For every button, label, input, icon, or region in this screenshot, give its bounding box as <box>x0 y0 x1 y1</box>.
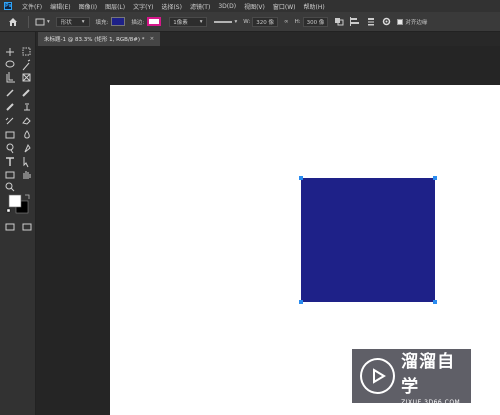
align-edges-label: 对齐边缘 <box>405 19 428 26</box>
menu-type[interactable]: 文字(Y) <box>133 2 153 11</box>
zoom-tool-handle <box>10 187 15 192</box>
menu-edit[interactable]: 编辑(E) <box>50 2 70 11</box>
eyedropper-tool-icon <box>6 89 14 97</box>
link-icon: ∞ <box>284 18 289 25</box>
menu-window[interactable]: 窗口(W) <box>273 2 296 11</box>
chevron-down-icon: ▾ <box>47 18 50 25</box>
transform-handle-top-left[interactable] <box>299 176 303 180</box>
stroke-line-icon <box>213 20 232 23</box>
menu-view[interactable]: 视图(V) <box>244 2 265 11</box>
chevron-down-icon: ▾ <box>199 18 203 25</box>
lasso-tool-icon <box>5 60 15 68</box>
transform-handle-bottom-left[interactable] <box>299 300 303 304</box>
rectangle-tool-icon <box>35 18 45 25</box>
width-value: 320 像 <box>256 19 275 26</box>
stroke-label: 描边: <box>131 19 145 26</box>
stroke-control[interactable]: 描边: <box>131 17 162 26</box>
tools-panel <box>0 32 36 415</box>
watermark-url: ZIXUE.3D66.COM <box>401 398 461 406</box>
width-field[interactable]: 320 像 <box>252 16 279 27</box>
stroke-type-picker[interactable]: ▾ <box>213 18 238 25</box>
foreground-color-swatch <box>8 194 22 208</box>
width-label: W: <box>243 18 251 25</box>
screen-mode-icon <box>22 223 32 231</box>
watermark-text: 溜溜自学 ZIXUE.3D66.COM <box>401 347 471 406</box>
quick-mask-icon <box>5 223 15 231</box>
crop-tool-icon <box>6 72 15 83</box>
close-icon[interactable]: × <box>150 36 155 42</box>
options-bar: ▾ 形状 ▾ 填充: 描边: 1像素 ▾ ▾ W: 320 像 ∞ H: 300… <box>0 12 500 32</box>
path-arrangement-button[interactable] <box>366 17 376 26</box>
stroke-width-value: 1像素 <box>173 19 188 26</box>
home-button[interactable] <box>6 15 20 29</box>
menu-help[interactable]: 帮助(H) <box>304 2 325 11</box>
brush-tool-icon <box>6 103 14 111</box>
photoshop-logo: Ps <box>4 2 12 10</box>
document-tab[interactable]: 未标题-1 @ 83.3% (矩形 1, RGB/8#) * × <box>38 32 161 46</box>
transform-handle-top-right[interactable] <box>433 176 437 180</box>
height-value: 300 像 <box>306 19 325 26</box>
tools-panel-icons <box>5 47 32 231</box>
marquee-tool-icon <box>22 47 31 56</box>
path-selection-tool-icon <box>23 157 29 168</box>
stroke-width-field[interactable]: 1像素 ▾ <box>169 16 207 27</box>
align-edges-checkbox[interactable]: 对齐边缘 <box>397 18 427 26</box>
path-arrangement-icon <box>368 18 375 26</box>
mode-dropdown[interactable]: 形状 ▾ <box>55 16 90 27</box>
menu-select[interactable]: 选择(S) <box>161 2 182 11</box>
fill-control[interactable]: 填充: <box>96 17 126 26</box>
menu-3d[interactable]: 3D(D) <box>218 3 236 10</box>
rectangle-shape[interactable] <box>301 178 435 302</box>
dodge-tool-icon <box>6 143 14 151</box>
path-alignment-button[interactable] <box>350 17 360 26</box>
home-icon <box>9 17 17 26</box>
menu-filter[interactable]: 滤镜(T) <box>190 2 210 11</box>
history-brush-tool-icon <box>5 117 14 125</box>
rectangle-tool-icon <box>5 171 15 179</box>
height-field[interactable]: 300 像 <box>302 16 329 27</box>
watermark-title: 溜溜自学 <box>401 351 456 397</box>
checkbox-checked-icon <box>397 18 404 25</box>
gear-icon <box>383 17 391 26</box>
swap-colors-icon <box>25 194 30 199</box>
link-dimensions[interactable]: ∞ <box>284 19 289 25</box>
height-label: H: <box>294 18 301 25</box>
separator <box>28 15 29 28</box>
chevron-down-icon: ▾ <box>81 18 85 25</box>
stroke-swatch[interactable] <box>147 17 162 26</box>
blur-tool-icon <box>24 130 30 139</box>
document-tab-title: 未标题-1 @ 83.3% (矩形 1, RGB/8#) * <box>44 37 145 43</box>
type-tool-icon <box>6 157 14 166</box>
move-tool-icon <box>6 48 14 56</box>
dodge-tool-handle <box>10 149 14 154</box>
menu-image[interactable]: 图像(I) <box>79 2 97 11</box>
healing-brush-tool-icon <box>22 89 30 97</box>
width-control[interactable]: W: 320 像 <box>243 16 279 27</box>
menu-bar: Ps 文件(F) 编辑(E) 图像(I) 图层(L) 文字(Y) 选择(S) 滤… <box>0 0 500 12</box>
fill-swatch[interactable] <box>111 17 126 26</box>
menu-file[interactable]: 文件(F) <box>22 2 42 11</box>
play-logo-icon <box>360 358 396 394</box>
tool-preset-picker[interactable]: ▾ <box>35 18 50 26</box>
path-operations-icon <box>335 18 344 26</box>
eraser-tool-icon <box>22 117 31 125</box>
frame-tool-cross <box>22 73 31 82</box>
menu-layer[interactable]: 图层(L) <box>105 2 125 11</box>
path-alignment-icon <box>350 17 360 26</box>
hand-tool-icon <box>23 171 31 179</box>
document-tab-bar: 未标题-1 @ 83.3% (矩形 1, RGB/8#) * × <box>36 32 500 46</box>
mode-value: 形状 <box>60 19 72 26</box>
path-operations-button[interactable] <box>334 17 344 26</box>
transform-handle-bottom-right[interactable] <box>433 300 437 304</box>
clone-stamp-tool-icon <box>24 103 30 111</box>
chevron-down-icon: ▾ <box>234 18 238 25</box>
settings-button[interactable] <box>382 17 391 26</box>
fill-label: 填充: <box>95 19 109 26</box>
magic-wand-tool-icon <box>22 59 31 71</box>
pen-tool-icon <box>24 143 31 153</box>
gradient-tool-icon <box>5 131 15 139</box>
default-colors-icon <box>6 208 11 213</box>
watermark: 溜溜自学 ZIXUE.3D66.COM <box>352 347 471 406</box>
height-control[interactable]: H: 300 像 <box>294 16 329 27</box>
